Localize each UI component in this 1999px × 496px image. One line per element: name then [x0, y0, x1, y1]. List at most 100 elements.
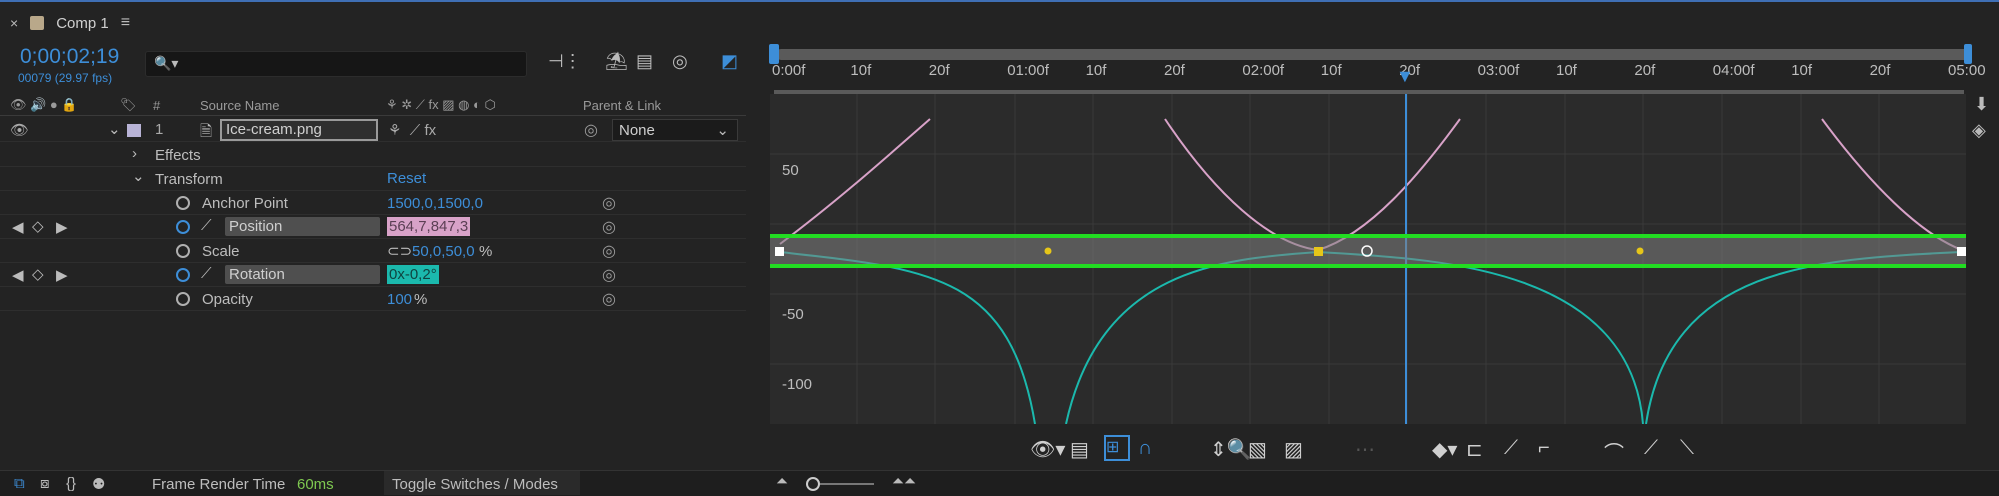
graph-type-icon[interactable]: ◈	[1972, 120, 1986, 141]
next-keyframe-icon[interactable]: ▶	[56, 266, 68, 284]
effects-row[interactable]: › Effects	[0, 143, 746, 167]
fit-all-icon[interactable]: ▧	[1248, 437, 1267, 462]
zoom-in-icon[interactable]: ⏶⏶	[892, 473, 916, 490]
add-keyframe-icon[interactable]: ◇	[32, 217, 44, 235]
prev-keyframe-icon[interactable]: ◀	[12, 218, 24, 236]
add-keyframe-icon[interactable]: ◇	[32, 265, 44, 283]
stopwatch-icon[interactable]	[176, 220, 190, 234]
constrain-link-icon[interactable]: ⊂⊃	[387, 242, 412, 260]
effects-label: Effects	[155, 147, 201, 164]
rotation-curve[interactable]	[779, 251, 1036, 424]
ruler-tick-label: 04:00f	[1712, 62, 1755, 79]
position-curve[interactable]	[779, 118, 931, 245]
playhead-icon[interactable]: ▼	[1396, 66, 1414, 87]
transfer-controls-icon[interactable]: ⧇	[40, 475, 50, 492]
pickwhip-icon[interactable]: ◎	[602, 265, 616, 285]
frame-blending-icon[interactable]: ▤	[636, 51, 653, 72]
zoom-out-icon[interactable]: ⏶	[776, 473, 788, 490]
frame-render-label: Frame Render Time	[152, 476, 286, 493]
toggle-modes-button[interactable]: Toggle Switches / Modes	[384, 471, 580, 495]
fit-selection-icon[interactable]: ⇕🔍	[1210, 437, 1252, 462]
label-icon: 🏷	[120, 97, 137, 112]
graph-toggle-icon[interactable]: ⟋	[201, 217, 212, 234]
comp-flowchart-icon[interactable]: ⊣⋮	[548, 51, 582, 72]
shy-layers-icon[interactable]: ⛱	[605, 51, 628, 72]
stopwatch-icon[interactable]	[176, 292, 190, 306]
anchor-point-value[interactable]: 1500,0,1500,0	[387, 195, 483, 212]
next-keyframe-icon[interactable]: ▶	[56, 218, 68, 236]
position-curve[interactable]	[1164, 118, 1461, 252]
rotation-curve[interactable]	[1645, 251, 1963, 424]
stopwatch-icon[interactable]	[176, 268, 190, 282]
layer-name[interactable]: Ice-cream.png	[220, 119, 378, 141]
graph-toggle-icon[interactable]: ⟋	[201, 265, 212, 282]
ruler-tick-label: 20f	[1869, 62, 1891, 79]
reset-link[interactable]: Reset	[387, 170, 426, 187]
easy-ease-icon[interactable]: ⌒	[1604, 437, 1624, 466]
graph-options-icon[interactable]: ▤	[1070, 437, 1089, 462]
fit-view-icon[interactable]: ▨	[1284, 437, 1303, 462]
parent-dropdown[interactable]: None ⌄	[612, 119, 738, 141]
show-properties-icon[interactable]: 👁▾	[1030, 437, 1065, 462]
render-time-pane-icon[interactable]: ⚉	[92, 475, 105, 493]
bezier-handle[interactable]	[1044, 247, 1052, 255]
work-area-start-handle[interactable]	[769, 44, 779, 64]
graph-editor-icon[interactable]: ◩	[721, 51, 738, 72]
pickwhip-icon[interactable]: ◎	[602, 217, 616, 237]
menu-icon[interactable]: ≡	[121, 14, 130, 32]
comp-marker-bin-icon[interactable]: ⬇	[1974, 94, 1989, 115]
pickwhip-icon[interactable]: ◎	[584, 120, 598, 140]
pickwhip-icon[interactable]: ◎	[602, 193, 616, 213]
source-name-header[interactable]: Source Name	[200, 98, 279, 113]
in-out-pane-icon[interactable]: {}	[66, 475, 76, 492]
position-value[interactable]: 564,7,847,3	[387, 217, 471, 236]
rotation-value[interactable]: 0x-0,2°	[387, 265, 439, 284]
zoom-slider-handle[interactable]	[806, 477, 820, 491]
scale-row[interactable]: Scale ⊂⊃ 50,0,50,0 % ◎	[0, 239, 746, 263]
layer-switches-pane-icon[interactable]: ⧉	[14, 475, 25, 492]
bezier-handle[interactable]	[1636, 247, 1644, 255]
scale-value[interactable]: 50,0,50,0	[412, 243, 475, 260]
stopwatch-icon[interactable]	[176, 196, 190, 210]
anchor-point-row[interactable]: Anchor Point 1500,0,1500,0 ◎	[0, 191, 746, 215]
hold-keyframe-icon[interactable]: ⊏	[1466, 437, 1483, 462]
layer-switches[interactable]: ⚘ ⟋ fx	[388, 121, 436, 139]
position-curve[interactable]	[1821, 118, 1963, 251]
stopwatch-icon[interactable]	[176, 244, 190, 258]
work-area-bar[interactable]	[776, 49, 1970, 60]
keyframe-edit-icon[interactable]: ◆▾	[1432, 437, 1457, 462]
rotation-row[interactable]: ◀ ◇ ▶ ⟋ Rotation 0x-0,2° ◎	[0, 263, 746, 287]
comp-tab[interactable]: × Comp 1 ≡	[10, 10, 130, 36]
num-header: #	[153, 98, 161, 113]
prev-keyframe-icon[interactable]: ◀	[12, 266, 24, 284]
position-row[interactable]: ◀ ◇ ▶ ⟋ Position 564,7,847,3 ◎	[0, 215, 746, 239]
chevron-right-icon[interactable]: ›	[132, 145, 137, 162]
keyframe-handle[interactable]	[775, 247, 784, 256]
easy-ease-out-icon[interactable]: ⟍	[1680, 437, 1694, 460]
opacity-value[interactable]: 100	[387, 291, 412, 308]
work-area-end-handle[interactable]	[1964, 44, 1972, 64]
keyframe-handle[interactable]	[1957, 247, 1966, 256]
pickwhip-icon[interactable]: ◎	[602, 289, 616, 309]
layer-number: 1	[155, 121, 164, 138]
snapping-icon[interactable]: ∩	[1138, 437, 1152, 460]
current-time[interactable]: 0;00;02;19	[20, 45, 119, 69]
layer-label-color[interactable]	[127, 124, 141, 137]
easy-ease-in-icon[interactable]: ⟋	[1644, 437, 1658, 460]
chevron-down-icon[interactable]: ⌄	[108, 120, 121, 138]
transform-box-icon[interactable]: ⊞	[1104, 435, 1130, 461]
keyframe-handle[interactable]	[1314, 247, 1323, 256]
close-icon[interactable]: ×	[10, 15, 18, 31]
chevron-down-icon[interactable]: ⌄	[132, 167, 145, 185]
transform-row[interactable]: ⌄ Transform Reset	[0, 167, 746, 191]
search-input[interactable]: 🔍▾	[145, 51, 527, 77]
rotation-curve[interactable]	[1065, 250, 1644, 424]
motion-blur-icon[interactable]: ◎	[672, 51, 688, 72]
pickwhip-icon[interactable]: ◎	[602, 241, 616, 261]
visibility-icon[interactable]: 👁	[10, 121, 29, 139]
auto-bezier-icon[interactable]: ⌐	[1538, 437, 1550, 460]
linear-keyframe-icon[interactable]: ⟋	[1504, 437, 1518, 460]
layer-row[interactable]: 👁 ⌄ 1 🗎 Ice-cream.png ⚘ ⟋ fx ◎ None ⌄	[0, 118, 746, 142]
opacity-row[interactable]: Opacity 100 % ◎	[0, 287, 746, 311]
graph-canvas[interactable]	[770, 94, 1966, 424]
